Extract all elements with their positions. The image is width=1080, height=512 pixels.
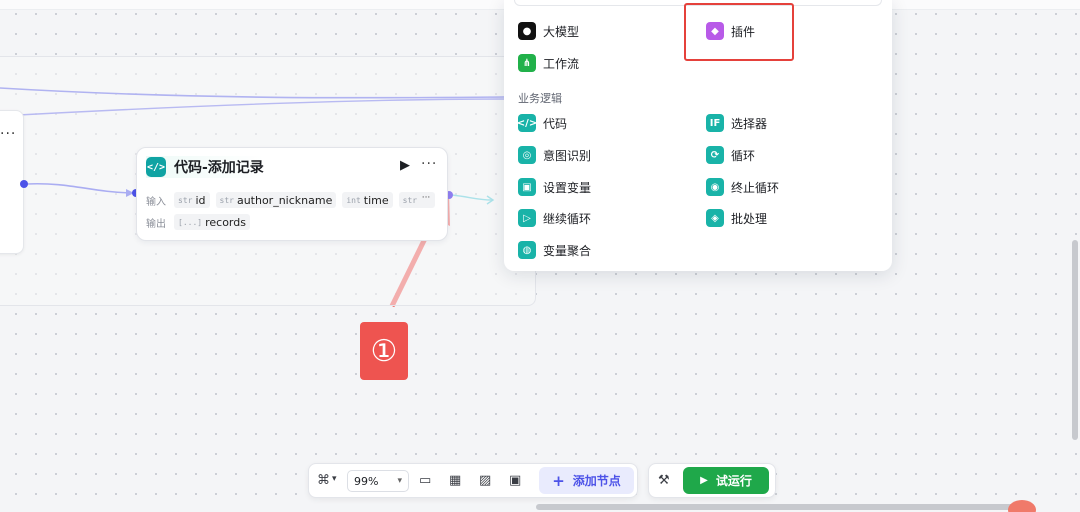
comment-icon[interactable]: ▭ <box>419 473 431 488</box>
horizontal-scrollbar[interactable] <box>536 504 1016 510</box>
code-node-header: </> 代码-添加记录 <box>146 156 264 178</box>
upstream-output-port[interactable] <box>20 180 28 188</box>
mouse-icon[interactable]: ⌘ <box>317 473 330 488</box>
input-tag: str author_nickname <box>215 192 337 208</box>
if-icon: IF <box>706 114 724 132</box>
output-tag: [...] records <box>174 214 250 230</box>
menu-item-loop[interactable]: ⟳ 循环 <box>706 145 755 165</box>
intent-icon: ◎ <box>518 146 536 164</box>
continue-loop-icon: ▷ <box>518 209 536 227</box>
menu-item-batch[interactable]: ◈ 批处理 <box>706 208 767 228</box>
loop-icon: ⟳ <box>706 146 724 164</box>
plus-icon: + <box>552 471 565 490</box>
menu-item-llm[interactable]: ● 大模型 <box>518 21 579 41</box>
input-label: 输入 <box>146 196 166 208</box>
menu-item-selector[interactable]: IF 选择器 <box>706 113 767 133</box>
output-label: 输出 <box>146 218 166 230</box>
play-icon: ▶ <box>700 475 708 486</box>
vertical-scrollbar[interactable] <box>1072 240 1078 440</box>
minimap-icon[interactable]: ▣ <box>509 473 521 488</box>
chevron-down-icon: ▾ <box>397 476 402 486</box>
add-node-button[interactable]: + 添加节点 <box>539 467 634 494</box>
code-node-outputs: 输出 [...] records <box>146 213 256 231</box>
menu-item-workflow[interactable]: ⋔ 工作流 <box>518 53 579 73</box>
code-node-more-icon[interactable]: ··· <box>421 156 437 172</box>
test-run-button[interactable]: ▶ 试运行 <box>683 467 769 494</box>
menu-item-break-loop[interactable]: ◉ 终止循环 <box>706 177 779 197</box>
input-more-icon[interactable]: ··· <box>418 193 434 207</box>
run-node-icon[interactable]: ▶ <box>400 158 410 173</box>
variable-aggregate-icon: ◍ <box>518 241 536 259</box>
zoom-select[interactable]: 99% ▾ <box>347 470 409 492</box>
batch-icon: ◈ <box>706 209 724 227</box>
llm-icon: ● <box>518 22 536 40</box>
zoom-value: 99% <box>354 474 379 488</box>
input-tag: str id <box>174 192 210 208</box>
set-variable-icon: ▣ <box>518 178 536 196</box>
add-node-label: 添加节点 <box>572 474 621 488</box>
grid-layout-icon[interactable]: ▦ <box>449 473 461 488</box>
workflow-icon: ⋔ <box>518 54 536 72</box>
wrench-icon[interactable]: ⚒ <box>658 473 670 488</box>
menu-item-continue-loop[interactable]: ▷ 继续循环 <box>518 208 591 228</box>
code-icon: </> <box>146 157 166 177</box>
upstream-node-more-icon[interactable]: ··· <box>0 126 16 142</box>
plugin-highlight-box <box>684 3 794 61</box>
menu-item-code[interactable]: </> 代码 <box>517 113 567 133</box>
input-tag: int time <box>342 192 393 208</box>
menu-item-variable-aggregate[interactable]: ◍ 变量聚合 <box>518 240 591 260</box>
section-business-logic: 业务逻辑 <box>518 92 562 105</box>
test-run-label: 试运行 <box>715 474 752 488</box>
image-icon[interactable]: ▨ <box>479 473 491 488</box>
menu-item-set-variable[interactable]: ▣ 设置变量 <box>518 177 591 197</box>
break-loop-icon: ◉ <box>706 178 724 196</box>
code-node-inputs: 输入 strid strauthor_nickname inttime str.… <box>146 191 441 209</box>
code-icon: </> <box>517 114 537 132</box>
annotation-badge-1: ① <box>360 322 408 380</box>
code-node-title[interactable]: 代码-添加记录 <box>174 157 264 177</box>
menu-item-intent[interactable]: ◎ 意图识别 <box>518 145 591 165</box>
chevron-down-icon[interactable]: ▾ <box>332 474 337 484</box>
